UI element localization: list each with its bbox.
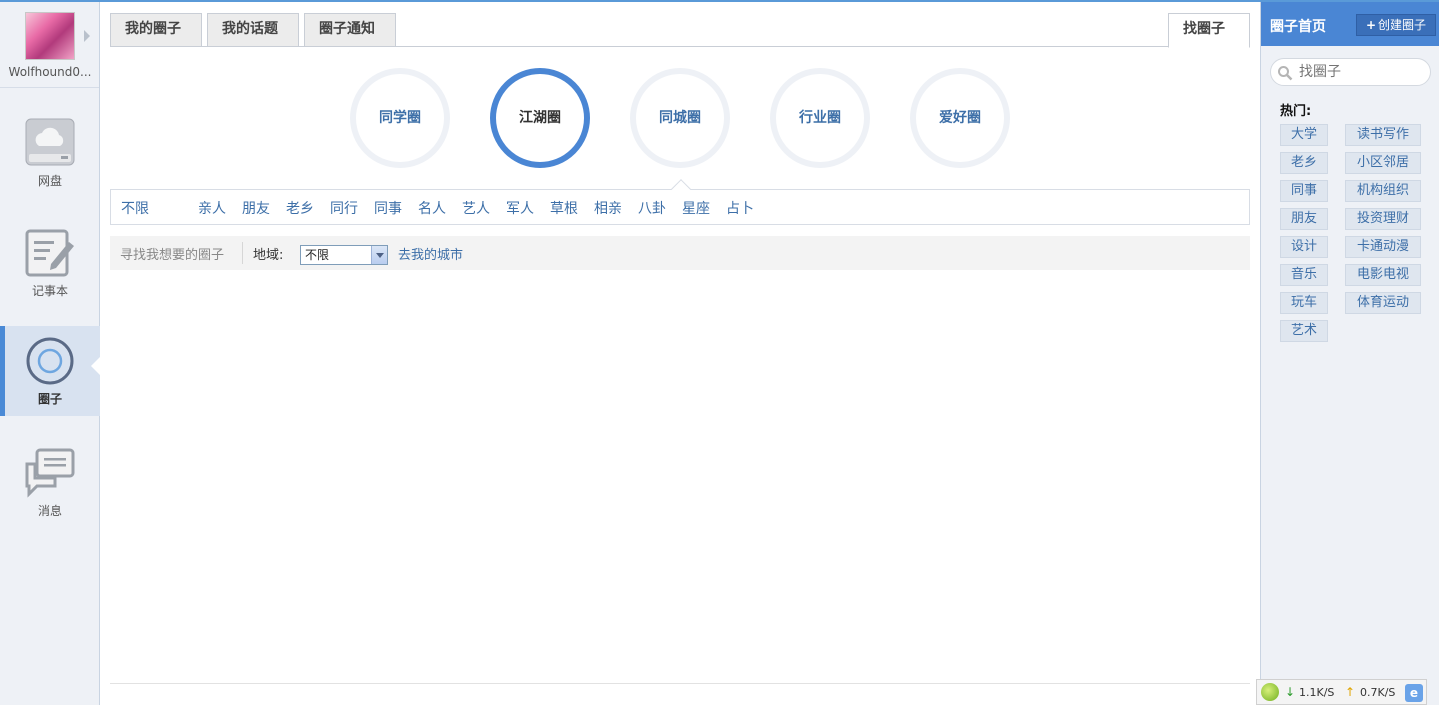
hot-tag[interactable]: 同事: [1280, 180, 1328, 202]
message-icon: [25, 448, 75, 498]
notepad-icon: [25, 229, 74, 277]
filter-item[interactable]: 名人: [418, 198, 446, 218]
circle-home-title[interactable]: 圈子首页: [1270, 16, 1326, 36]
search-input[interactable]: [1299, 63, 1424, 81]
create-circle-button[interactable]: + 创建圈子: [1356, 14, 1436, 36]
sidebar-item-label: 记事本: [31, 284, 68, 298]
filter-item[interactable]: 相亲: [594, 198, 622, 218]
hot-tag[interactable]: 读书写作: [1345, 124, 1421, 146]
hot-tag[interactable]: 小区邻居: [1345, 152, 1421, 174]
sidebar-item-label: 消息: [37, 504, 62, 518]
search-hint: 寻找我想要的圈子: [120, 248, 225, 263]
network-speed-widget[interactable]: ↓ 1.1K/S ↑ 0.7K/S e: [1256, 679, 1427, 705]
right-panel-header: 圈子首页 + 创建圈子: [1261, 2, 1439, 46]
filter-item[interactable]: 星座: [682, 198, 710, 218]
upload-speed: 0.7K/S: [1360, 686, 1396, 699]
filter-item[interactable]: 八卦: [638, 198, 666, 218]
hot-tag[interactable]: 设计: [1280, 236, 1328, 258]
chevron-down-icon[interactable]: [371, 246, 387, 264]
filter-item[interactable]: 朋友: [242, 198, 270, 218]
sidebar-item-notepad[interactable]: 记事本: [0, 218, 100, 308]
download-arrow-icon: ↓: [1285, 685, 1296, 699]
plus-icon: +: [1365, 18, 1377, 32]
app-window: Wolfhound0... 网盘 记事本 圈子 消息 我的圈子 我的话题 圈子通…: [0, 0, 1439, 705]
filter-item[interactable]: 艺人: [462, 198, 490, 218]
circle-search-bar: 寻找我想要的圈子 地域: 不限 去我的城市: [110, 236, 1250, 270]
tab-find-circles[interactable]: 找圈子: [1168, 13, 1250, 48]
hot-tag[interactable]: 玩车: [1280, 292, 1328, 314]
tab-circle-notices[interactable]: 圈子通知: [304, 13, 396, 47]
hot-tag[interactable]: 大学: [1280, 124, 1328, 146]
filter-item[interactable]: 亲人: [198, 198, 226, 218]
region-select[interactable]: 不限: [300, 245, 388, 265]
filter-item[interactable]: 草根: [550, 198, 578, 218]
sidebar-item-circles[interactable]: 圈子: [0, 326, 101, 416]
chevron-right-icon[interactable]: [84, 30, 90, 42]
category-industry[interactable]: 行业圈: [770, 68, 870, 168]
category-jianghu[interactable]: 江湖圈: [490, 68, 590, 168]
upload-arrow-icon: ↑: [1345, 685, 1356, 699]
hot-tag[interactable]: 音乐: [1280, 264, 1328, 286]
filter-item[interactable]: 占卜: [726, 198, 754, 218]
sidebar-item-messages[interactable]: 消息: [0, 438, 100, 528]
region-select-value: 不限: [305, 248, 330, 262]
filter-item[interactable]: 老乡: [286, 198, 314, 218]
circle-icon: [26, 337, 74, 385]
user-block[interactable]: Wolfhound0...: [0, 2, 99, 88]
category-same-city[interactable]: 同城圈: [630, 68, 730, 168]
left-sidebar: Wolfhound0... 网盘 记事本 圈子 消息: [0, 2, 101, 705]
hot-tag[interactable]: 体育运动: [1345, 292, 1421, 314]
sidebar-item-label: 网盘: [37, 174, 62, 188]
hot-tag[interactable]: 投资理财: [1345, 208, 1421, 230]
hot-tag[interactable]: 艺术: [1280, 320, 1328, 342]
filter-item[interactable]: 军人: [506, 198, 534, 218]
tab-my-circles[interactable]: 我的圈子: [110, 13, 202, 47]
divider: [242, 242, 243, 264]
go-my-city-link[interactable]: 去我的城市: [398, 244, 463, 263]
download-speed: 1.1K/S: [1299, 686, 1335, 699]
avatar[interactable]: [25, 12, 75, 60]
hot-label: 热门:: [1280, 104, 1312, 119]
right-panel: 圈子首页 +创建圈子 热门: 大学 老乡 同事 朋友 设计 音乐 玩车 艺术 读…: [1260, 2, 1439, 705]
sub-filter-bar: 不限 亲人 朋友 老乡 同行 同事 名人 艺人 军人 草根 相亲 八卦 星座 占…: [110, 179, 1250, 225]
hot-tag[interactable]: 卡通动漫: [1345, 236, 1421, 258]
filter-pointer: [671, 179, 691, 199]
accelerator-logo-icon[interactable]: [1261, 683, 1279, 701]
filter-item[interactable]: 同行: [330, 198, 358, 218]
category-row: 同学圈 江湖圈 同城圈 行业圈 爱好圈: [100, 68, 1260, 168]
hot-tag[interactable]: 机构组织: [1345, 180, 1421, 202]
hot-tag[interactable]: 朋友: [1280, 208, 1328, 230]
tab-bar: 我的圈子 我的话题 圈子通知 找圈子: [110, 13, 1250, 48]
sidebar-item-netdisk[interactable]: 网盘: [0, 108, 100, 198]
sidebar-item-label: 圈子: [37, 392, 62, 406]
category-hobby[interactable]: 爱好圈: [910, 68, 1010, 168]
circle-search-box[interactable]: [1270, 58, 1431, 86]
browser-icon[interactable]: e: [1405, 684, 1423, 702]
category-classmates[interactable]: 同学圈: [350, 68, 450, 168]
cloud-disk-icon: [25, 118, 75, 166]
hot-tag[interactable]: 电影电视: [1345, 264, 1421, 286]
main-content: 我的圈子 我的话题 圈子通知 找圈子 同学圈 江湖圈 同城圈 行业圈 爱好圈 不…: [100, 2, 1260, 705]
search-icon: [1278, 66, 1293, 81]
tab-my-topics[interactable]: 我的话题: [207, 13, 299, 47]
filter-item[interactable]: 同事: [374, 198, 402, 218]
create-circle-label: 创建圈子: [1378, 18, 1427, 32]
region-label: 地域:: [253, 248, 284, 263]
filter-item[interactable]: 不限: [121, 198, 149, 218]
username: Wolfhound0...: [8, 65, 92, 79]
hot-tag[interactable]: 老乡: [1280, 152, 1328, 174]
divider: [110, 683, 1250, 684]
